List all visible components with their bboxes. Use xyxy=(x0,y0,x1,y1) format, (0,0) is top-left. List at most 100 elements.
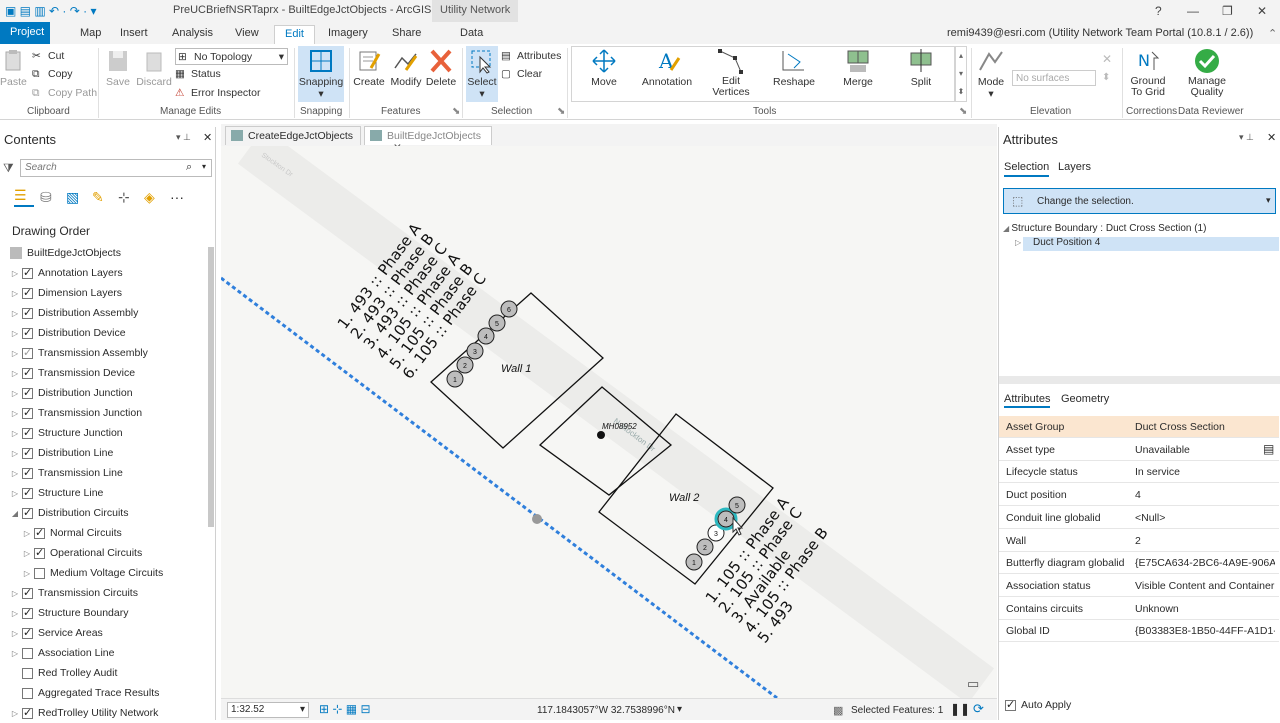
attribute-value[interactable]: 2 xyxy=(1135,535,1275,547)
layer-visibility-checkbox[interactable] xyxy=(22,626,33,639)
layer-visibility-checkbox[interactable] xyxy=(22,446,33,459)
split-button[interactable]: Split xyxy=(897,48,945,88)
copy-button[interactable]: ⧉ Copy xyxy=(32,68,73,80)
tab-share[interactable]: Share xyxy=(386,25,427,44)
layer-item[interactable]: ▷ Transmission Assembly xyxy=(10,343,148,363)
layer-visibility-checkbox[interactable] xyxy=(34,546,45,559)
layer-visibility-checkbox[interactable] xyxy=(34,567,45,579)
tab-selection[interactable]: Selection xyxy=(1004,161,1050,177)
search-box[interactable]: Search ⌕ ▾ xyxy=(20,159,212,177)
layer-item[interactable]: ▷ Structure Line xyxy=(10,483,103,503)
expand-icon[interactable]: ▷ xyxy=(10,649,20,658)
attribute-row[interactable]: Wall 2 xyxy=(999,530,1279,552)
layer-visibility-checkbox[interactable] xyxy=(22,266,33,279)
expand-icon[interactable]: ▷ xyxy=(10,389,20,398)
reshape-button[interactable]: Reshape xyxy=(770,48,818,88)
ribbon-collapse-icon[interactable]: ⌃ xyxy=(1262,25,1280,44)
labeling-icon[interactable]: ◈ xyxy=(144,189,164,206)
attribute-value[interactable]: 4 xyxy=(1135,489,1275,501)
expand-icon[interactable]: ▷ xyxy=(22,569,32,578)
selection-tree-parent[interactable]: ◢ Structure Boundary : Duct Cross Sectio… xyxy=(1003,223,1206,234)
expand-icon[interactable]: ▷ xyxy=(10,449,20,458)
ground-to-grid-button[interactable]: N Ground To Grid xyxy=(1125,48,1171,98)
expand-icon[interactable]: ▷ xyxy=(10,629,20,638)
layer-item[interactable]: ▷ Transmission Device xyxy=(10,363,135,383)
duct-position[interactable]: 3 xyxy=(466,342,484,360)
layer-visibility-checkbox[interactable] xyxy=(22,586,33,599)
move-button[interactable]: Move xyxy=(580,48,628,88)
manage-quality-button[interactable]: Manage Quality xyxy=(1181,48,1233,98)
tab-attributes[interactable]: Attributes xyxy=(1004,393,1051,408)
tab-create-edge-jct-objects[interactable]: CreateEdgeJctObjects xyxy=(225,126,361,145)
tab-map[interactable]: Map xyxy=(74,25,107,44)
map-view[interactable]: Stockton Dr N Stockton Dr Wall 1 Wall 2 … xyxy=(221,146,997,698)
layer-item[interactable]: ▷ Structure Boundary xyxy=(10,603,129,623)
elevation-mode-button[interactable]: Mode ▾ xyxy=(975,48,1007,100)
layer-visibility-checkbox[interactable] xyxy=(22,466,33,479)
layer-item[interactable]: ▷ Structure Junction xyxy=(10,423,123,443)
restore-icon[interactable]: ❐ xyxy=(1222,4,1233,18)
coords-format-dropdown[interactable]: ▾ xyxy=(677,704,682,715)
attribute-value[interactable]: Unavailable xyxy=(1135,444,1275,456)
snapping-list-icon[interactable]: ⊹ xyxy=(118,189,138,206)
layer-visibility-checkbox[interactable] xyxy=(22,506,33,519)
pane-options-icon[interactable]: ▾ ⊥ xyxy=(1239,132,1254,143)
expand-icon[interactable]: ▷ xyxy=(22,549,32,558)
attributes-button[interactable]: ▤ Attributes xyxy=(501,50,561,62)
status-button[interactable]: ▦ Status xyxy=(175,68,221,80)
edit-vertices-button[interactable]: Edit Vertices xyxy=(707,48,755,98)
select-button[interactable]: Select ▾ xyxy=(466,46,498,102)
create-button[interactable]: Create xyxy=(353,48,385,88)
selection-list-icon[interactable]: ▧ xyxy=(66,189,86,206)
expand-icon[interactable]: ▷ xyxy=(10,489,20,498)
layer-item[interactable]: ▷ RedTrolley Utility Network xyxy=(10,703,158,723)
layer-item[interactable]: ▷ Distribution Device xyxy=(10,323,126,343)
tab-layers[interactable]: Layers xyxy=(1058,161,1091,173)
cut-button[interactable]: ✂ Cut xyxy=(32,50,64,62)
layer-visibility-checkbox[interactable] xyxy=(22,406,33,419)
expand-icon[interactable]: ▷ xyxy=(10,609,20,618)
duct-position[interactable]: 2 xyxy=(696,538,714,556)
layer-visibility-checkbox[interactable] xyxy=(22,326,33,339)
user-account[interactable]: remi9439@esri.com (Utility Network Team … xyxy=(941,25,1259,44)
layer-item[interactable]: ▷ Association Line xyxy=(10,643,115,663)
attribute-value[interactable]: Duct Cross Section xyxy=(1135,421,1275,433)
duct-position[interactable]: 1 xyxy=(685,553,703,571)
refresh-icon[interactable]: ⟳ xyxy=(973,701,984,717)
more-icon[interactable]: ··· xyxy=(170,189,190,205)
attribute-row[interactable]: Asset type Unavailable ▤ xyxy=(999,439,1279,461)
contents-scrollbar[interactable] xyxy=(208,247,214,527)
scale-dropdown[interactable]: 1:32.52 ▾ xyxy=(227,702,309,718)
drawing-order-icon[interactable]: ☰ xyxy=(14,187,34,207)
expand-icon[interactable]: ▷ xyxy=(10,709,20,718)
topology-dropdown[interactable]: ⊞ No Topology ▾ xyxy=(175,48,288,65)
auto-apply-toggle[interactable]: Auto Apply xyxy=(1003,698,1071,711)
tab-built-edge-jct-objects[interactable]: BuiltEdgeJctObjects ✕ xyxy=(364,126,492,154)
attribute-row[interactable]: Contains circuits Unknown xyxy=(999,598,1279,620)
attribute-row[interactable]: Butterfly diagram globalid {E75CA634-2BC6… xyxy=(999,552,1279,575)
tab-view[interactable]: View xyxy=(229,25,265,44)
layer-item[interactable]: ▷ Distribution Assembly xyxy=(10,303,138,323)
layer-item[interactable]: ◢ Distribution Circuits xyxy=(10,503,129,523)
layer-visibility-checkbox[interactable] xyxy=(22,687,33,699)
auto-apply-checkbox[interactable] xyxy=(1005,698,1016,711)
line-vertex[interactable] xyxy=(532,514,542,524)
editing-icon[interactable]: ✎ xyxy=(92,189,112,206)
pane-options-icon[interactable]: ▾ ⊥ xyxy=(176,132,191,143)
change-selection-dropdown[interactable]: ⬚ Change the selection. ▾ xyxy=(1003,188,1276,214)
layer-item[interactable]: ▷ Dimension Layers xyxy=(10,283,122,303)
attribute-value[interactable]: {E75CA634-2BC6-4A9E-906A-0F( xyxy=(1135,557,1275,569)
duct-position[interactable]: 2 xyxy=(456,356,474,374)
context-tab-utility-network[interactable]: Utility Network xyxy=(432,0,519,22)
discard-button[interactable]: Discard xyxy=(136,48,172,88)
help-icon[interactable]: ? xyxy=(1155,4,1162,18)
paste-button[interactable]: Paste xyxy=(0,48,27,88)
layer-visibility-checkbox[interactable] xyxy=(22,486,33,499)
duct-position[interactable]: 1 xyxy=(446,370,464,388)
expand-icon[interactable]: ▷ xyxy=(10,369,20,378)
error-inspector-button[interactable]: ⚠ Error Inspector xyxy=(175,87,260,99)
layer-visibility-checkbox[interactable] xyxy=(22,706,33,719)
attribute-row[interactable]: Duct position 4 xyxy=(999,484,1279,507)
elevation-close-icon[interactable]: ✕ xyxy=(1102,52,1112,66)
layer-visibility-checkbox[interactable] xyxy=(22,346,33,359)
